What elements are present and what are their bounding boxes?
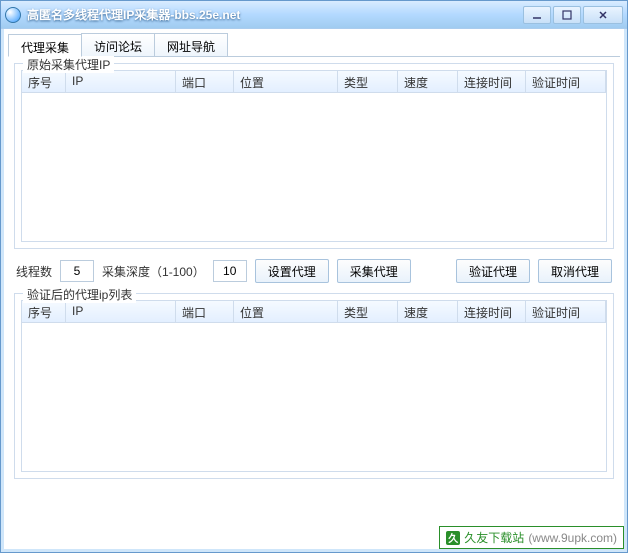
table-verified-header: 序号 IP 端口 位置 类型 速度 连接时间 验证时间 [22, 301, 606, 323]
app-window: 高匿名多线程代理IP采集器-bbs.25e.net 代理采集 访问论坛 网址导航… [0, 0, 628, 553]
minimize-button[interactable] [523, 6, 551, 24]
titlebar: 高匿名多线程代理IP采集器-bbs.25e.net [1, 1, 627, 29]
threads-label: 线程数 [16, 263, 52, 280]
window-controls [523, 6, 623, 24]
tab-bar: 代理采集 访问论坛 网址导航 [8, 33, 620, 57]
col-loc[interactable]: 位置 [234, 301, 338, 322]
col-port[interactable]: 端口 [176, 71, 234, 92]
groupbox-verified-legend: 验证后的代理ip列表 [23, 286, 136, 303]
tab-nav[interactable]: 网址导航 [154, 33, 228, 56]
client-area: 代理采集 访问论坛 网址导航 原始采集代理IP 序号 IP 端口 位置 类型 速… [1, 29, 627, 552]
watermark: 久 久友下载站 (www.9upk.com) [439, 526, 624, 549]
watermark-url: (www.9upk.com) [528, 531, 617, 545]
cancel-proxy-button[interactable]: 取消代理 [538, 259, 612, 283]
col-ip[interactable]: IP [66, 301, 176, 322]
watermark-name: 久友下载站 [464, 529, 524, 546]
col-seq[interactable]: 序号 [22, 301, 66, 322]
col-seq[interactable]: 序号 [22, 71, 66, 92]
col-conn[interactable]: 连接时间 [458, 71, 526, 92]
table-raw: 序号 IP 端口 位置 类型 速度 连接时间 验证时间 [21, 70, 607, 242]
threads-input[interactable] [60, 260, 94, 282]
col-speed[interactable]: 速度 [398, 301, 458, 322]
window-title: 高匿名多线程代理IP采集器-bbs.25e.net [27, 6, 523, 23]
table-verified: 序号 IP 端口 位置 类型 速度 连接时间 验证时间 [21, 300, 607, 472]
col-verify[interactable]: 验证时间 [526, 71, 606, 92]
col-type[interactable]: 类型 [338, 301, 398, 322]
tab-panel-collect: 原始采集代理IP 序号 IP 端口 位置 类型 速度 连接时间 验证时间 [8, 57, 620, 545]
depth-input[interactable] [213, 260, 247, 282]
groupbox-raw: 原始采集代理IP 序号 IP 端口 位置 类型 速度 连接时间 验证时间 [14, 63, 614, 249]
groupbox-verified: 验证后的代理ip列表 序号 IP 端口 位置 类型 速度 连接时间 验证时间 [14, 293, 614, 479]
col-speed[interactable]: 速度 [398, 71, 458, 92]
col-conn[interactable]: 连接时间 [458, 301, 526, 322]
table-raw-body[interactable] [22, 93, 606, 241]
maximize-button[interactable] [553, 6, 581, 24]
col-port[interactable]: 端口 [176, 301, 234, 322]
controls-row: 线程数 采集深度（1-100） 设置代理 采集代理 验证代理 取消代理 [14, 255, 614, 287]
depth-label: 采集深度（1-100） [102, 263, 205, 280]
verify-proxy-button[interactable]: 验证代理 [456, 259, 530, 283]
collect-proxy-button[interactable]: 采集代理 [337, 259, 411, 283]
set-proxy-button[interactable]: 设置代理 [255, 259, 329, 283]
watermark-logo-icon: 久 [446, 531, 460, 545]
table-verified-body[interactable] [22, 323, 606, 471]
tab-collect[interactable]: 代理采集 [8, 34, 82, 57]
col-loc[interactable]: 位置 [234, 71, 338, 92]
table-raw-header: 序号 IP 端口 位置 类型 速度 连接时间 验证时间 [22, 71, 606, 93]
tab-forum[interactable]: 访问论坛 [81, 33, 155, 56]
app-icon [5, 7, 21, 23]
col-verify[interactable]: 验证时间 [526, 301, 606, 322]
col-type[interactable]: 类型 [338, 71, 398, 92]
col-ip[interactable]: IP [66, 71, 176, 92]
groupbox-raw-legend: 原始采集代理IP [23, 56, 114, 73]
close-button[interactable] [583, 6, 623, 24]
